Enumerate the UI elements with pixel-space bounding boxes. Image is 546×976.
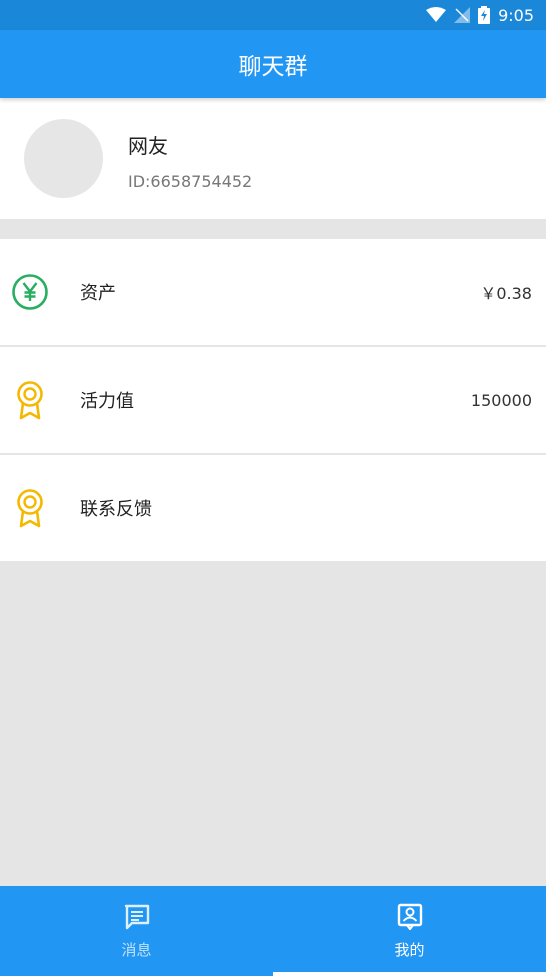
no-signal-icon xyxy=(454,7,471,23)
app-bar: 聊天群 xyxy=(0,30,546,98)
menu-label-feedback: 联系反馈 xyxy=(80,499,152,520)
profile-icon xyxy=(396,903,424,931)
menu-value-vitality: 150000 xyxy=(470,390,532,410)
menu-value-assets: ￥0.38 xyxy=(480,284,532,303)
status-bar: 9:05 xyxy=(0,0,546,30)
yen-circle-icon xyxy=(10,272,50,312)
menu-item-feedback[interactable]: 联系反馈 xyxy=(0,455,546,561)
tab-label-messages: 消息 xyxy=(121,940,152,959)
menu-label-vitality: 活力值 xyxy=(80,391,134,412)
page-title: 聊天群 xyxy=(238,54,308,80)
message-icon xyxy=(123,903,151,931)
battery-charging-icon xyxy=(478,6,491,24)
tab-messages[interactable]: 消息 xyxy=(0,886,273,976)
menu-list: 资产 ￥0.38 活力值 150000 联系反馈 xyxy=(0,239,546,561)
menu-item-assets[interactable]: 资产 ￥0.38 xyxy=(0,239,546,345)
bottom-nav: 消息 我的 xyxy=(0,886,546,976)
wifi-icon xyxy=(426,7,447,23)
status-time: 9:05 xyxy=(498,5,534,25)
menu-label-assets: 资产 xyxy=(80,283,116,304)
tab-label-mine: 我的 xyxy=(394,940,425,959)
tab-mine[interactable]: 我的 xyxy=(273,886,546,976)
menu-item-vitality[interactable]: 活力值 150000 xyxy=(0,347,546,453)
avatar[interactable] xyxy=(24,119,103,198)
user-id: ID:6658754452 xyxy=(128,172,253,191)
medal-icon xyxy=(10,488,50,528)
user-nickname: 网友 xyxy=(128,134,168,158)
medal-icon xyxy=(10,380,50,420)
profile-card[interactable]: 网友 ID:6658754452 xyxy=(0,98,546,219)
